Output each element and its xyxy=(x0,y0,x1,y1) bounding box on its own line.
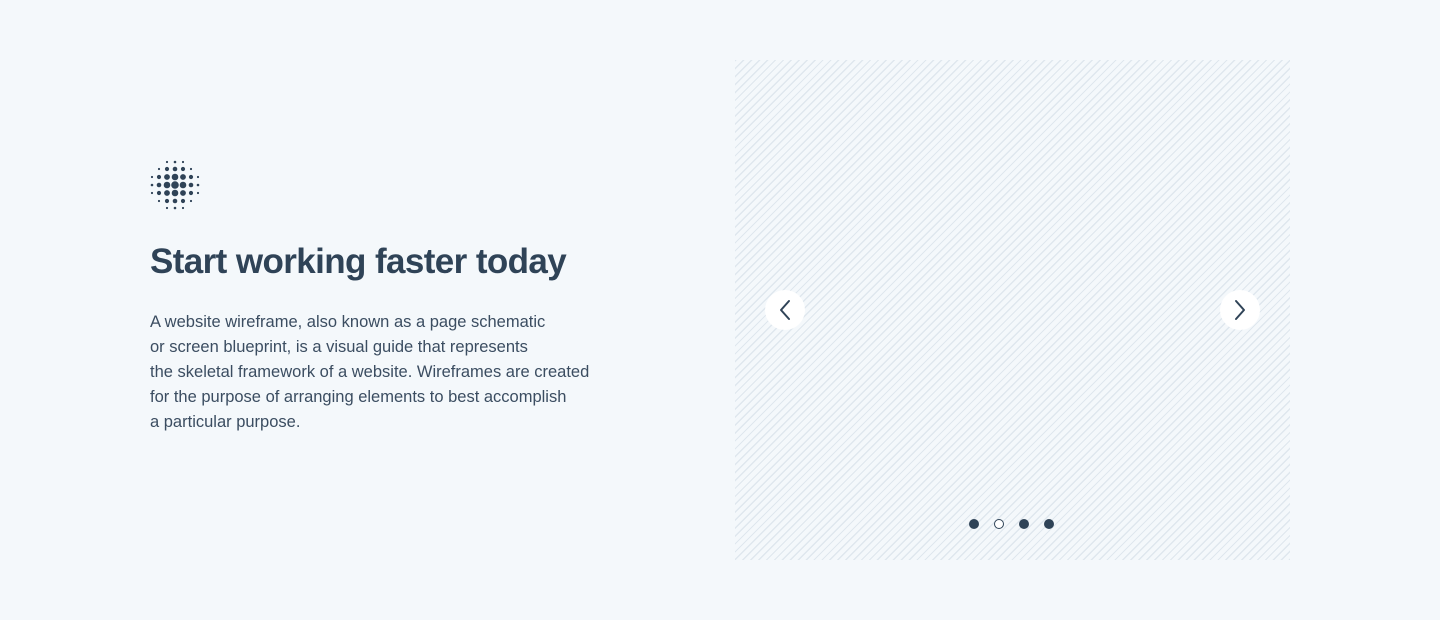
carousel-prev-button[interactable] xyxy=(765,290,805,330)
description-line: a particular purpose. xyxy=(150,413,301,431)
carousel-next-button[interactable] xyxy=(1220,290,1260,330)
description-line: for the purpose of arranging elements to… xyxy=(150,388,567,406)
page-title: Start working faster today xyxy=(150,242,567,281)
description-line: A website wireframe, also known as a pag… xyxy=(150,313,546,331)
description-line: or screen blueprint, is a visual guide t… xyxy=(150,338,528,356)
hero-description: A website wireframe, also known as a pag… xyxy=(150,310,620,435)
carousel-dot[interactable] xyxy=(1044,519,1054,529)
dot-grid-logo-icon xyxy=(150,160,200,210)
image-carousel xyxy=(735,60,1290,560)
description-line: the skeletal framework of a website. Wir… xyxy=(150,363,590,381)
hero-text: Start working faster today A website wir… xyxy=(150,160,620,435)
carousel-dot[interactable] xyxy=(969,519,979,529)
carousel-dot[interactable] xyxy=(994,519,1004,529)
carousel-dot[interactable] xyxy=(1019,519,1029,529)
carousel-pagination xyxy=(969,519,1054,529)
chevron-left-icon xyxy=(780,300,790,320)
chevron-right-icon xyxy=(1235,300,1245,320)
